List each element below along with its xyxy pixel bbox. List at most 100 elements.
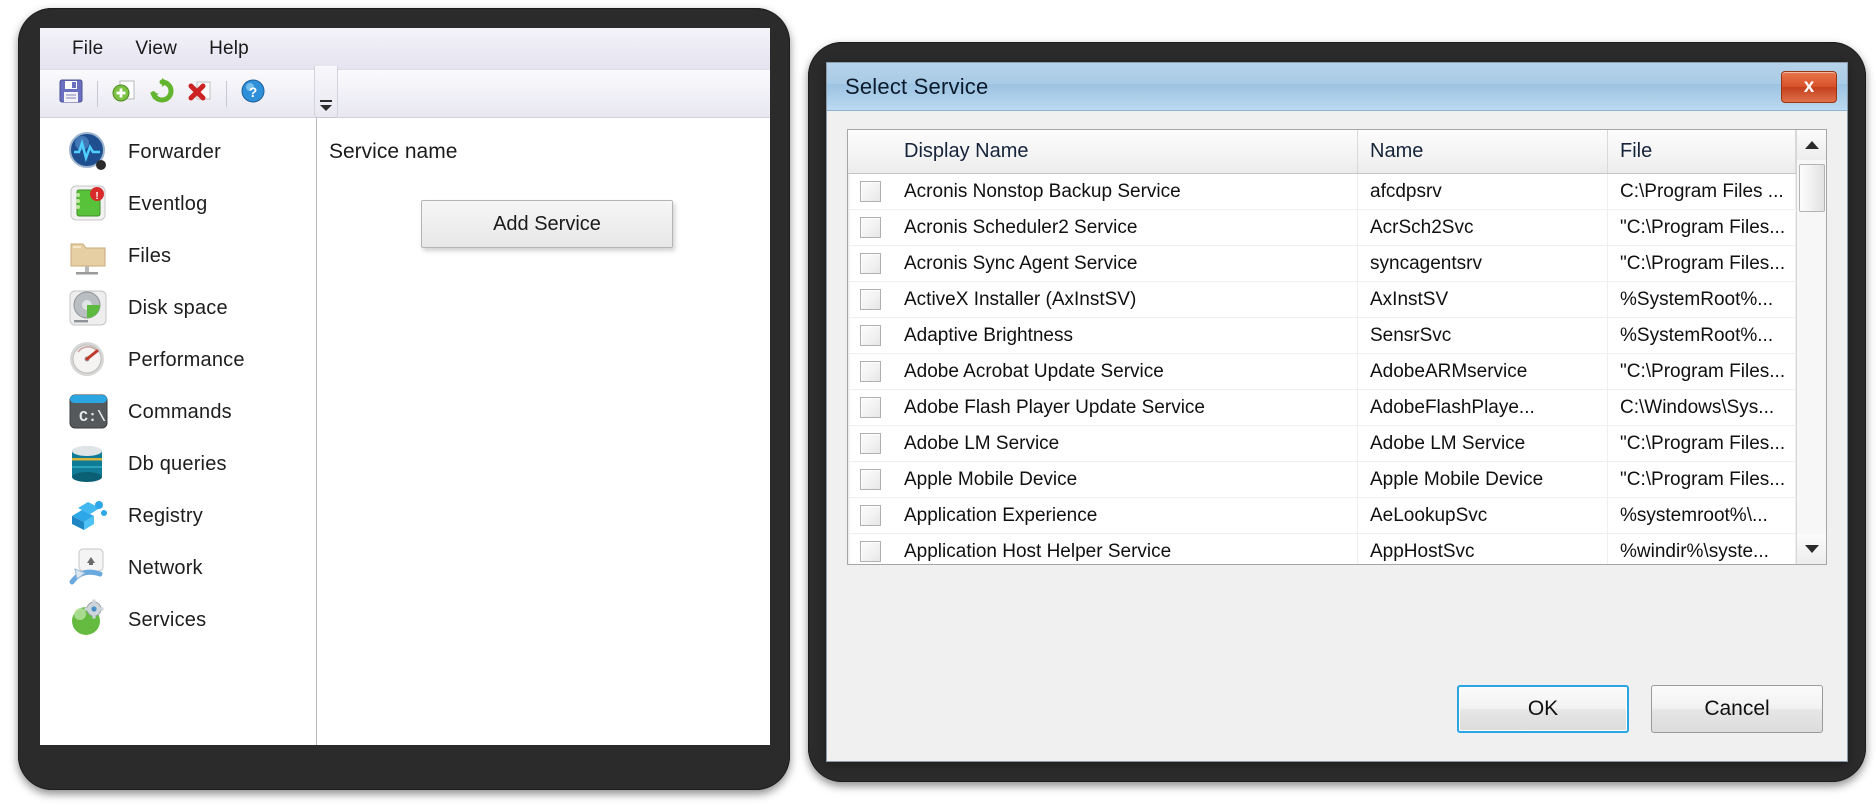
row-checkbox-cell[interactable] xyxy=(848,246,892,281)
row-checkbox-cell[interactable] xyxy=(848,498,892,533)
dialog-title: Select Service xyxy=(845,73,989,99)
checkbox-icon[interactable] xyxy=(859,505,881,526)
sidebar-item-db-queries[interactable]: Db queries xyxy=(40,438,316,490)
content-pane: Service name Add Service xyxy=(317,118,770,745)
service-grid: Display Name Name File Acronis Nonstop B… xyxy=(848,130,1796,564)
chevron-down-icon xyxy=(320,105,332,111)
service-name-label: Service name xyxy=(329,140,458,163)
vertical-scrollbar[interactable] xyxy=(1796,130,1826,564)
column-header-name[interactable]: Name xyxy=(1358,130,1608,173)
cell-display-name: Apple Mobile Device xyxy=(892,462,1358,497)
row-checkbox-cell[interactable] xyxy=(848,354,892,389)
table-row[interactable]: Application Host Helper Service AppHostS… xyxy=(848,534,1796,564)
sidebar-item-files[interactable]: Files xyxy=(40,230,316,282)
add-button[interactable] xyxy=(105,75,143,113)
svg-text:?: ? xyxy=(249,84,258,100)
sidebar-label: Db queries xyxy=(128,452,227,475)
menu-help[interactable]: Help xyxy=(193,34,265,64)
table-row[interactable]: Acronis Nonstop Backup Service afcdpsrv … xyxy=(848,174,1796,210)
table-row[interactable]: Acronis Sync Agent Service syncagentsrv … xyxy=(848,246,1796,282)
sidebar-label: Network xyxy=(128,556,203,579)
checkbox-icon[interactable] xyxy=(859,433,881,454)
save-icon xyxy=(57,77,85,110)
row-checkbox-cell[interactable] xyxy=(848,426,892,461)
eventlog-icon: ! xyxy=(66,182,112,226)
sidebar-item-network[interactable]: Network xyxy=(40,542,316,594)
checkbox-icon[interactable] xyxy=(859,253,881,274)
sidebar-label: Commands xyxy=(128,400,232,423)
checkbox-icon[interactable] xyxy=(859,469,881,490)
scroll-down-arrow[interactable] xyxy=(1796,534,1826,564)
row-checkbox-cell[interactable] xyxy=(848,174,892,209)
checkbox-icon[interactable] xyxy=(859,181,881,202)
cell-file: %SystemRoot%... xyxy=(1608,282,1796,317)
sidebar-item-registry[interactable]: Registry xyxy=(40,490,316,542)
main-body: Forwarder ! Eventlog Files Disk space Pe… xyxy=(40,118,770,745)
table-row[interactable]: Adaptive Brightness SensrSvc %SystemRoot… xyxy=(848,318,1796,354)
table-row[interactable]: Adobe LM Service Adobe LM Service "C:\Pr… xyxy=(848,426,1796,462)
row-checkbox-cell[interactable] xyxy=(848,318,892,353)
sidebar-item-forwarder[interactable]: Forwarder xyxy=(40,126,316,178)
sidebar-item-performance[interactable]: Performance xyxy=(40,334,316,386)
refresh-button[interactable] xyxy=(143,75,181,113)
row-checkbox-cell[interactable] xyxy=(848,282,892,317)
table-row[interactable]: Adobe Flash Player Update Service AdobeF… xyxy=(848,390,1796,426)
cell-file: C:\Windows\Sys... xyxy=(1608,390,1796,425)
checkbox-icon[interactable] xyxy=(859,541,881,562)
menu-file[interactable]: File xyxy=(56,34,119,64)
scrollbar-track[interactable] xyxy=(1796,160,1826,534)
toolbar-separator-2 xyxy=(226,80,227,107)
table-row[interactable]: Acronis Scheduler2 Service AcrSch2Svc "C… xyxy=(848,210,1796,246)
sidebar-label: Registry xyxy=(128,504,203,527)
checkbox-icon[interactable] xyxy=(859,217,881,238)
delete-button[interactable] xyxy=(181,75,219,113)
sidebar-item-eventlog[interactable]: ! Eventlog xyxy=(40,178,316,230)
cell-name: Apple Mobile Device xyxy=(1358,462,1608,497)
add-service-button[interactable]: Add Service xyxy=(421,200,673,248)
dialog-body: Display Name Name File Acronis Nonstop B… xyxy=(827,111,1847,565)
sidebar: Forwarder ! Eventlog Files Disk space Pe… xyxy=(40,118,317,745)
scroll-up-arrow[interactable] xyxy=(1796,130,1826,160)
cell-name: AdobeARMservice xyxy=(1358,354,1608,389)
dialog-footer: OK Cancel xyxy=(1457,685,1823,733)
cell-file: C:\Program Files ... xyxy=(1608,174,1796,209)
row-checkbox-cell[interactable] xyxy=(848,210,892,245)
table-row[interactable]: Application Experience AeLookupSvc %syst… xyxy=(848,498,1796,534)
cell-display-name: Adaptive Brightness xyxy=(892,318,1358,353)
svg-text:!: ! xyxy=(95,191,98,202)
save-button[interactable] xyxy=(52,75,90,113)
sidebar-label: Forwarder xyxy=(128,140,221,163)
column-header-file[interactable]: File xyxy=(1608,130,1796,173)
sidebar-label: Services xyxy=(128,608,207,631)
checkbox-icon[interactable] xyxy=(859,397,881,418)
files-icon xyxy=(66,234,112,278)
help-button[interactable]: ? xyxy=(234,75,272,113)
checkbox-icon[interactable] xyxy=(859,289,881,310)
checkbox-icon[interactable] xyxy=(859,361,881,382)
dialog-title-bar: Select Service x xyxy=(827,63,1847,111)
ok-button[interactable]: OK xyxy=(1457,685,1629,733)
menu-view[interactable]: View xyxy=(119,34,193,64)
table-row[interactable]: Adobe Acrobat Update Service AdobeARMser… xyxy=(848,354,1796,390)
cell-display-name: Acronis Scheduler2 Service xyxy=(892,210,1358,245)
sidebar-item-services[interactable]: Services xyxy=(40,594,316,646)
checkbox-icon[interactable] xyxy=(859,325,881,346)
table-row[interactable]: Apple Mobile Device Apple Mobile Device … xyxy=(848,462,1796,498)
sidebar-label: Eventlog xyxy=(128,192,208,215)
toolbar-separator-1 xyxy=(97,80,98,107)
commands-icon: C:\ xyxy=(66,390,112,434)
toolbar-overflow-button[interactable] xyxy=(314,66,338,118)
row-checkbox-cell[interactable] xyxy=(848,462,892,497)
row-checkbox-cell[interactable] xyxy=(848,390,892,425)
service-list: Display Name Name File Acronis Nonstop B… xyxy=(847,129,1827,565)
sidebar-item-disk-space[interactable]: Disk space xyxy=(40,282,316,334)
table-row[interactable]: ActiveX Installer (AxInstSV) AxInstSV %S… xyxy=(848,282,1796,318)
scrollbar-thumb[interactable] xyxy=(1798,164,1825,212)
cell-name: syncagentsrv xyxy=(1358,246,1608,281)
cell-display-name: Application Experience xyxy=(892,498,1358,533)
cancel-button[interactable]: Cancel xyxy=(1651,685,1823,733)
column-header-display-name[interactable]: Display Name xyxy=(892,130,1358,173)
sidebar-item-commands[interactable]: C:\ Commands xyxy=(40,386,316,438)
close-icon[interactable]: x xyxy=(1781,70,1837,103)
row-checkbox-cell[interactable] xyxy=(848,534,892,564)
